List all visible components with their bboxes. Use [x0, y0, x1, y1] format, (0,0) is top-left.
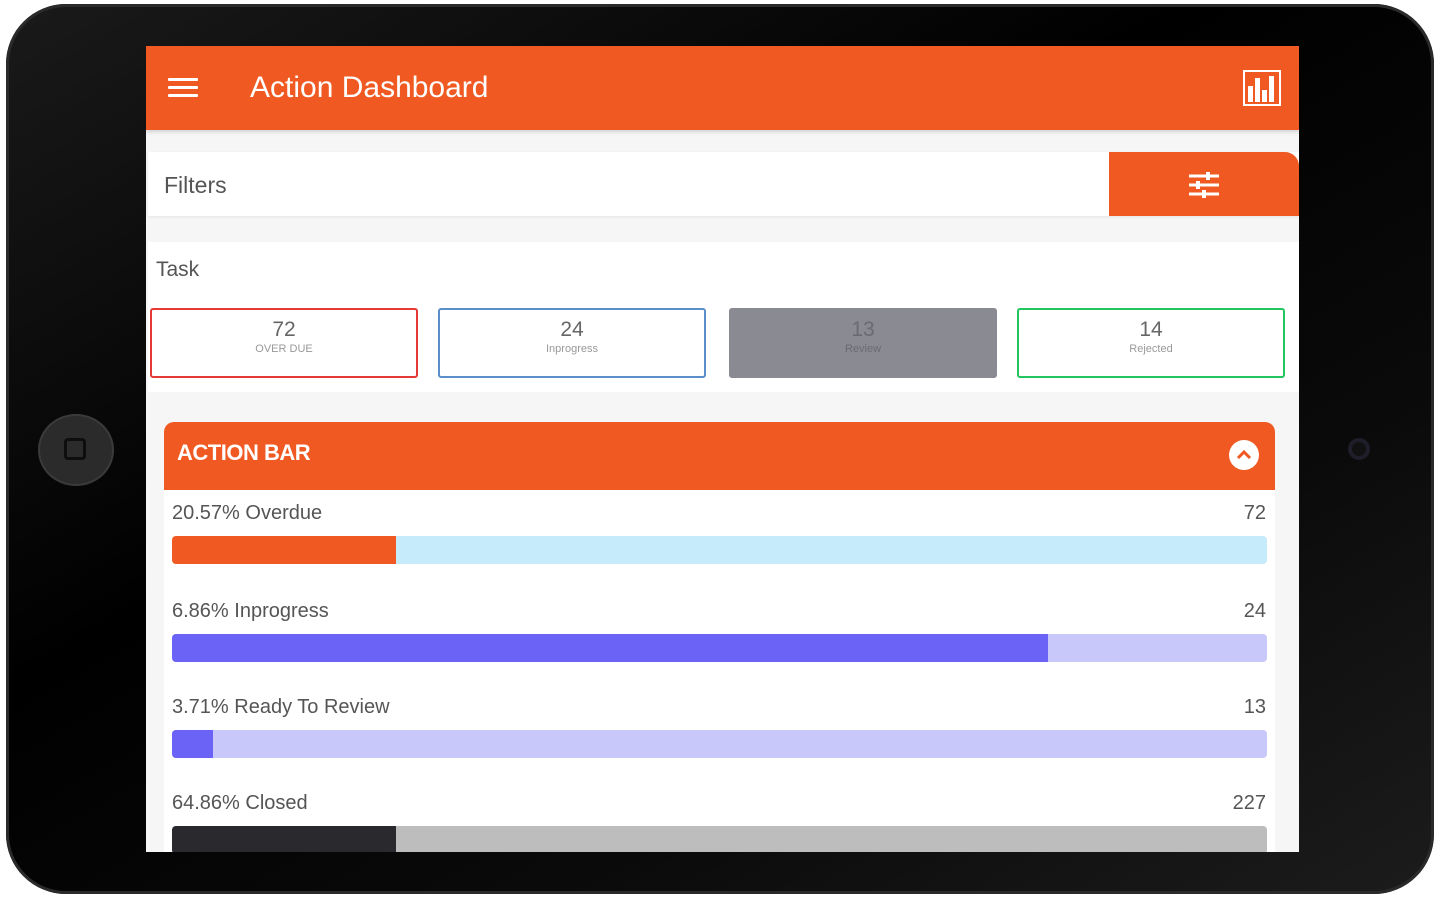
task-label: Task — [156, 258, 200, 281]
overdue-label: OVER DUE — [255, 343, 313, 355]
app-bar: Action Dashboard — [146, 46, 1299, 130]
review-label: Review — [844, 343, 882, 355]
home-square-icon — [64, 438, 86, 460]
progress-track — [172, 634, 1267, 662]
chevron-up-icon[interactable] — [1229, 440, 1259, 470]
filter-settings-button[interactable] — [1109, 152, 1299, 216]
metric-overdue: 20.57% Overdue 72 — [172, 502, 1268, 582]
rejected-label: Rejected — [1129, 343, 1173, 355]
metric-label: 3.71% Ready To Review — [172, 696, 390, 718]
action-bar-card: ACTION BAR 20.57% Overdue 72 6.86% Inpro… — [164, 422, 1275, 852]
metric-ready-to-review: 3.71% Ready To Review 13 — [172, 696, 1268, 776]
metric-count: 227 — [1232, 792, 1266, 814]
metric-count: 72 — [1243, 502, 1266, 524]
inprogress-count: 24 — [560, 318, 584, 341]
review-card[interactable]: 13 Review — [729, 308, 997, 378]
progress-track — [172, 730, 1267, 758]
rejected-card[interactable]: 14 Rejected — [1017, 308, 1285, 378]
sliders-icon — [1189, 172, 1219, 198]
metric-label: 64.86% Closed — [172, 792, 308, 814]
inprogress-label: Inprogress — [546, 343, 598, 355]
metric-count: 13 — [1243, 696, 1266, 718]
task-section: Task 72 OVER DUE 24 Inprogress 13 Review… — [148, 242, 1299, 392]
inprogress-card[interactable]: 24 Inprogress — [438, 308, 706, 378]
progress-fill — [172, 634, 1048, 662]
front-camera — [1348, 438, 1370, 460]
bar-chart-icon[interactable] — [1243, 70, 1283, 108]
progress-track — [172, 826, 1267, 852]
overdue-card[interactable]: 72 OVER DUE — [150, 308, 418, 378]
metric-label: 20.57% Overdue — [172, 502, 323, 524]
overdue-count: 72 — [272, 318, 296, 341]
progress-fill — [172, 826, 397, 852]
action-bar-title: ACTION BAR — [177, 440, 311, 465]
app-screen: Action Dashboard Filters Task 72 OVER DU… — [146, 46, 1299, 852]
filters-label: Filters — [164, 172, 227, 198]
rejected-count: 14 — [1139, 318, 1163, 341]
hamburger-menu-icon[interactable] — [168, 78, 198, 98]
filters-bar[interactable]: Filters — [148, 152, 1299, 216]
metric-closed: 64.86% Closed 227 — [172, 792, 1268, 852]
progress-fill — [172, 536, 397, 564]
metric-inprogress: 6.86% Inprogress 24 — [172, 600, 1268, 680]
progress-fill — [172, 730, 213, 758]
page-title: Action Dashboard — [250, 71, 489, 104]
metric-label: 6.86% Inprogress — [172, 600, 329, 622]
action-bar-header[interactable]: ACTION BAR — [164, 422, 1275, 490]
metric-count: 24 — [1243, 600, 1266, 622]
progress-track — [172, 536, 1267, 564]
home-button[interactable] — [38, 414, 114, 486]
review-count: 13 — [851, 318, 875, 341]
